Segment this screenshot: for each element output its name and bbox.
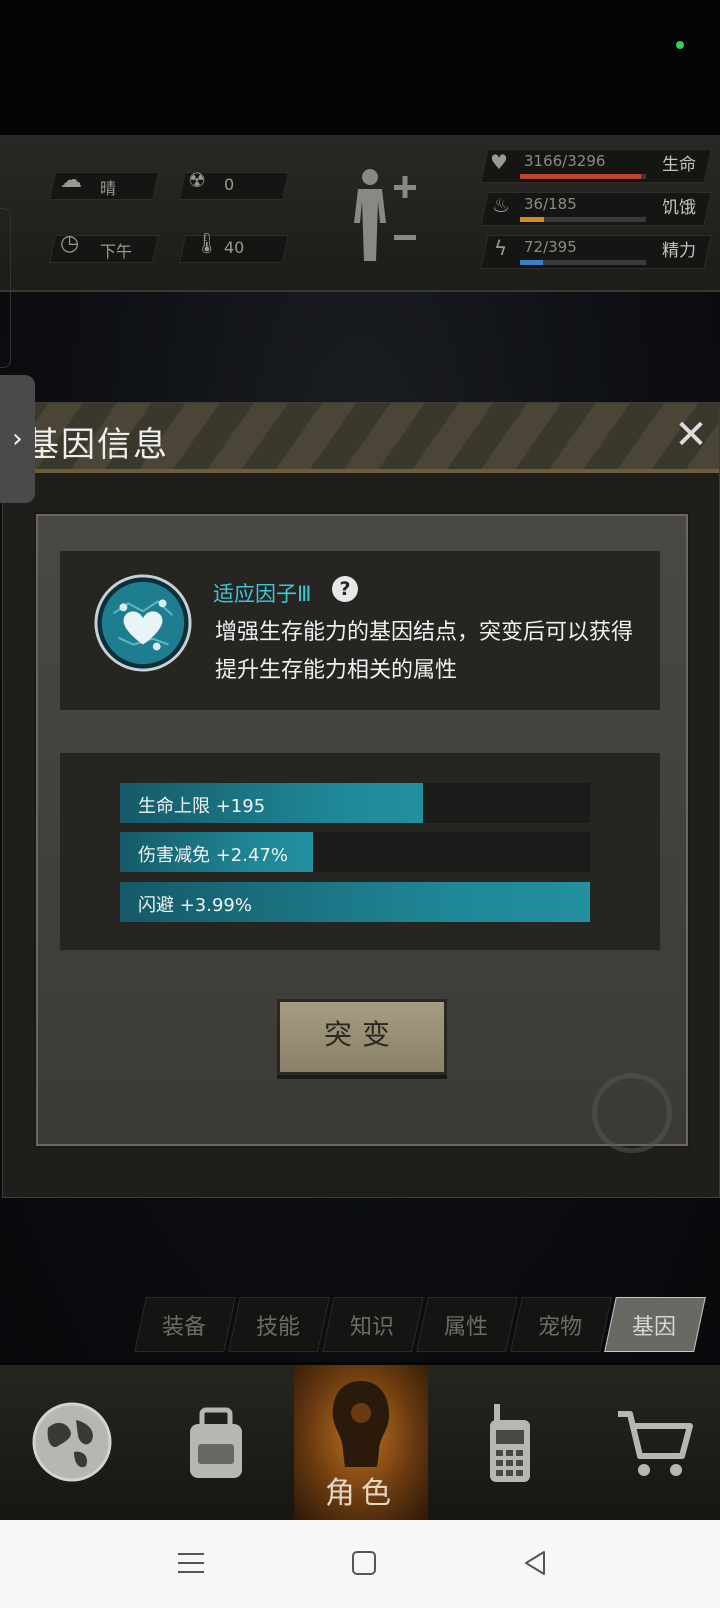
gene-description-line-2: 提升生存能力相关的属性 — [215, 658, 458, 683]
status-panel: ☁ 晴 ☢ 0 ◷ 下午 🌡 40 ♥ 3166/3296 生命 ♨ 36/18… — [0, 135, 720, 292]
tab-label: 知识 — [349, 1315, 394, 1340]
nav-inventory[interactable] — [144, 1365, 288, 1520]
back-icon[interactable] — [522, 1550, 548, 1576]
tab-label: 装备 — [161, 1315, 206, 1340]
nav-radio[interactable] — [438, 1365, 582, 1520]
radiation-value: 0 — [224, 175, 235, 194]
bottom-nav: 角色 — [0, 1365, 720, 1520]
help-icon[interactable]: ? — [332, 576, 358, 602]
attribute-label: 闪避 +3.99% — [138, 895, 252, 916]
body-figure-icon[interactable] — [350, 165, 420, 265]
energy-bar — [520, 260, 646, 265]
health-label: 生命 — [662, 155, 696, 175]
tab-label: 技能 — [255, 1315, 300, 1340]
notification-dot — [676, 41, 684, 49]
menu-icon[interactable] — [178, 1550, 204, 1576]
stomach-icon: ♨ — [492, 193, 510, 217]
hunger-bar — [520, 217, 646, 222]
weather-text: 晴 — [100, 179, 117, 198]
tab-label: 宠物 — [537, 1315, 582, 1340]
nav-character-label: 角色 — [325, 1476, 397, 1511]
header-divider — [3, 469, 719, 473]
tab-label: 属性 — [443, 1315, 488, 1340]
radiation-watermark-icon — [592, 1073, 672, 1153]
nav-shop[interactable] — [582, 1365, 720, 1520]
energy-bar-fill — [520, 260, 543, 265]
gene-heart-icon — [94, 574, 192, 672]
mutate-button[interactable]: 突变 — [277, 999, 447, 1075]
system-nav-bar — [0, 1520, 720, 1608]
side-edge-handle — [0, 208, 11, 368]
attribute-bar-damage-reduction: 伤害减免 +2.47% — [120, 832, 590, 872]
expand-chevron-icon[interactable]: › — [0, 375, 35, 503]
backpack-icon — [190, 1407, 242, 1478]
dialog-title: 基因信息 — [25, 425, 169, 465]
energy-value: 72/395 — [524, 238, 577, 256]
gene-name: 适应因子Ⅲ — [213, 582, 312, 606]
character-icon — [332, 1381, 389, 1467]
heart-icon: ♥ — [490, 150, 508, 174]
time-text: 下午 — [100, 242, 133, 261]
globe-icon — [32, 1402, 112, 1482]
weather-cloud-icon: ☁ — [60, 168, 82, 193]
tab-label: 基因 — [631, 1315, 676, 1340]
temperature-value: 40 — [224, 238, 245, 257]
radiation-icon: ☢ — [188, 168, 206, 192]
close-icon[interactable]: ✕ — [671, 415, 711, 455]
gene-description-line-1: 增强生存能力的基因结点，突变后可以获得 — [215, 620, 634, 645]
health-value: 3166/3296 — [524, 152, 606, 170]
lightning-icon: ϟ — [494, 236, 508, 260]
attribute-label: 伤害减免 +2.47% — [138, 845, 288, 866]
attribute-label: 生命上限 +195 — [138, 796, 266, 817]
clock-icon: ◷ — [60, 231, 80, 256]
nav-world[interactable] — [0, 1365, 144, 1520]
cart-icon — [618, 1411, 693, 1476]
hunger-value: 36/185 — [524, 195, 577, 213]
health-bar — [520, 174, 646, 179]
hunger-bar-fill — [520, 217, 544, 222]
attribute-bar-dodge: 闪避 +3.99% — [120, 882, 590, 922]
health-bar-fill — [520, 174, 641, 179]
thermometer-icon: 🌡 — [194, 231, 220, 255]
home-icon[interactable] — [351, 1550, 377, 1576]
energy-label: 精力 — [662, 241, 696, 261]
hunger-label: 饥饿 — [662, 198, 696, 218]
radio-icon — [490, 1404, 530, 1482]
nav-character[interactable]: 角色 — [294, 1365, 428, 1520]
attribute-bar-health-cap: 生命上限 +195 — [120, 783, 590, 823]
character-tabs: 装备 技能 知识 属性 宠物 基因 — [130, 1297, 710, 1352]
